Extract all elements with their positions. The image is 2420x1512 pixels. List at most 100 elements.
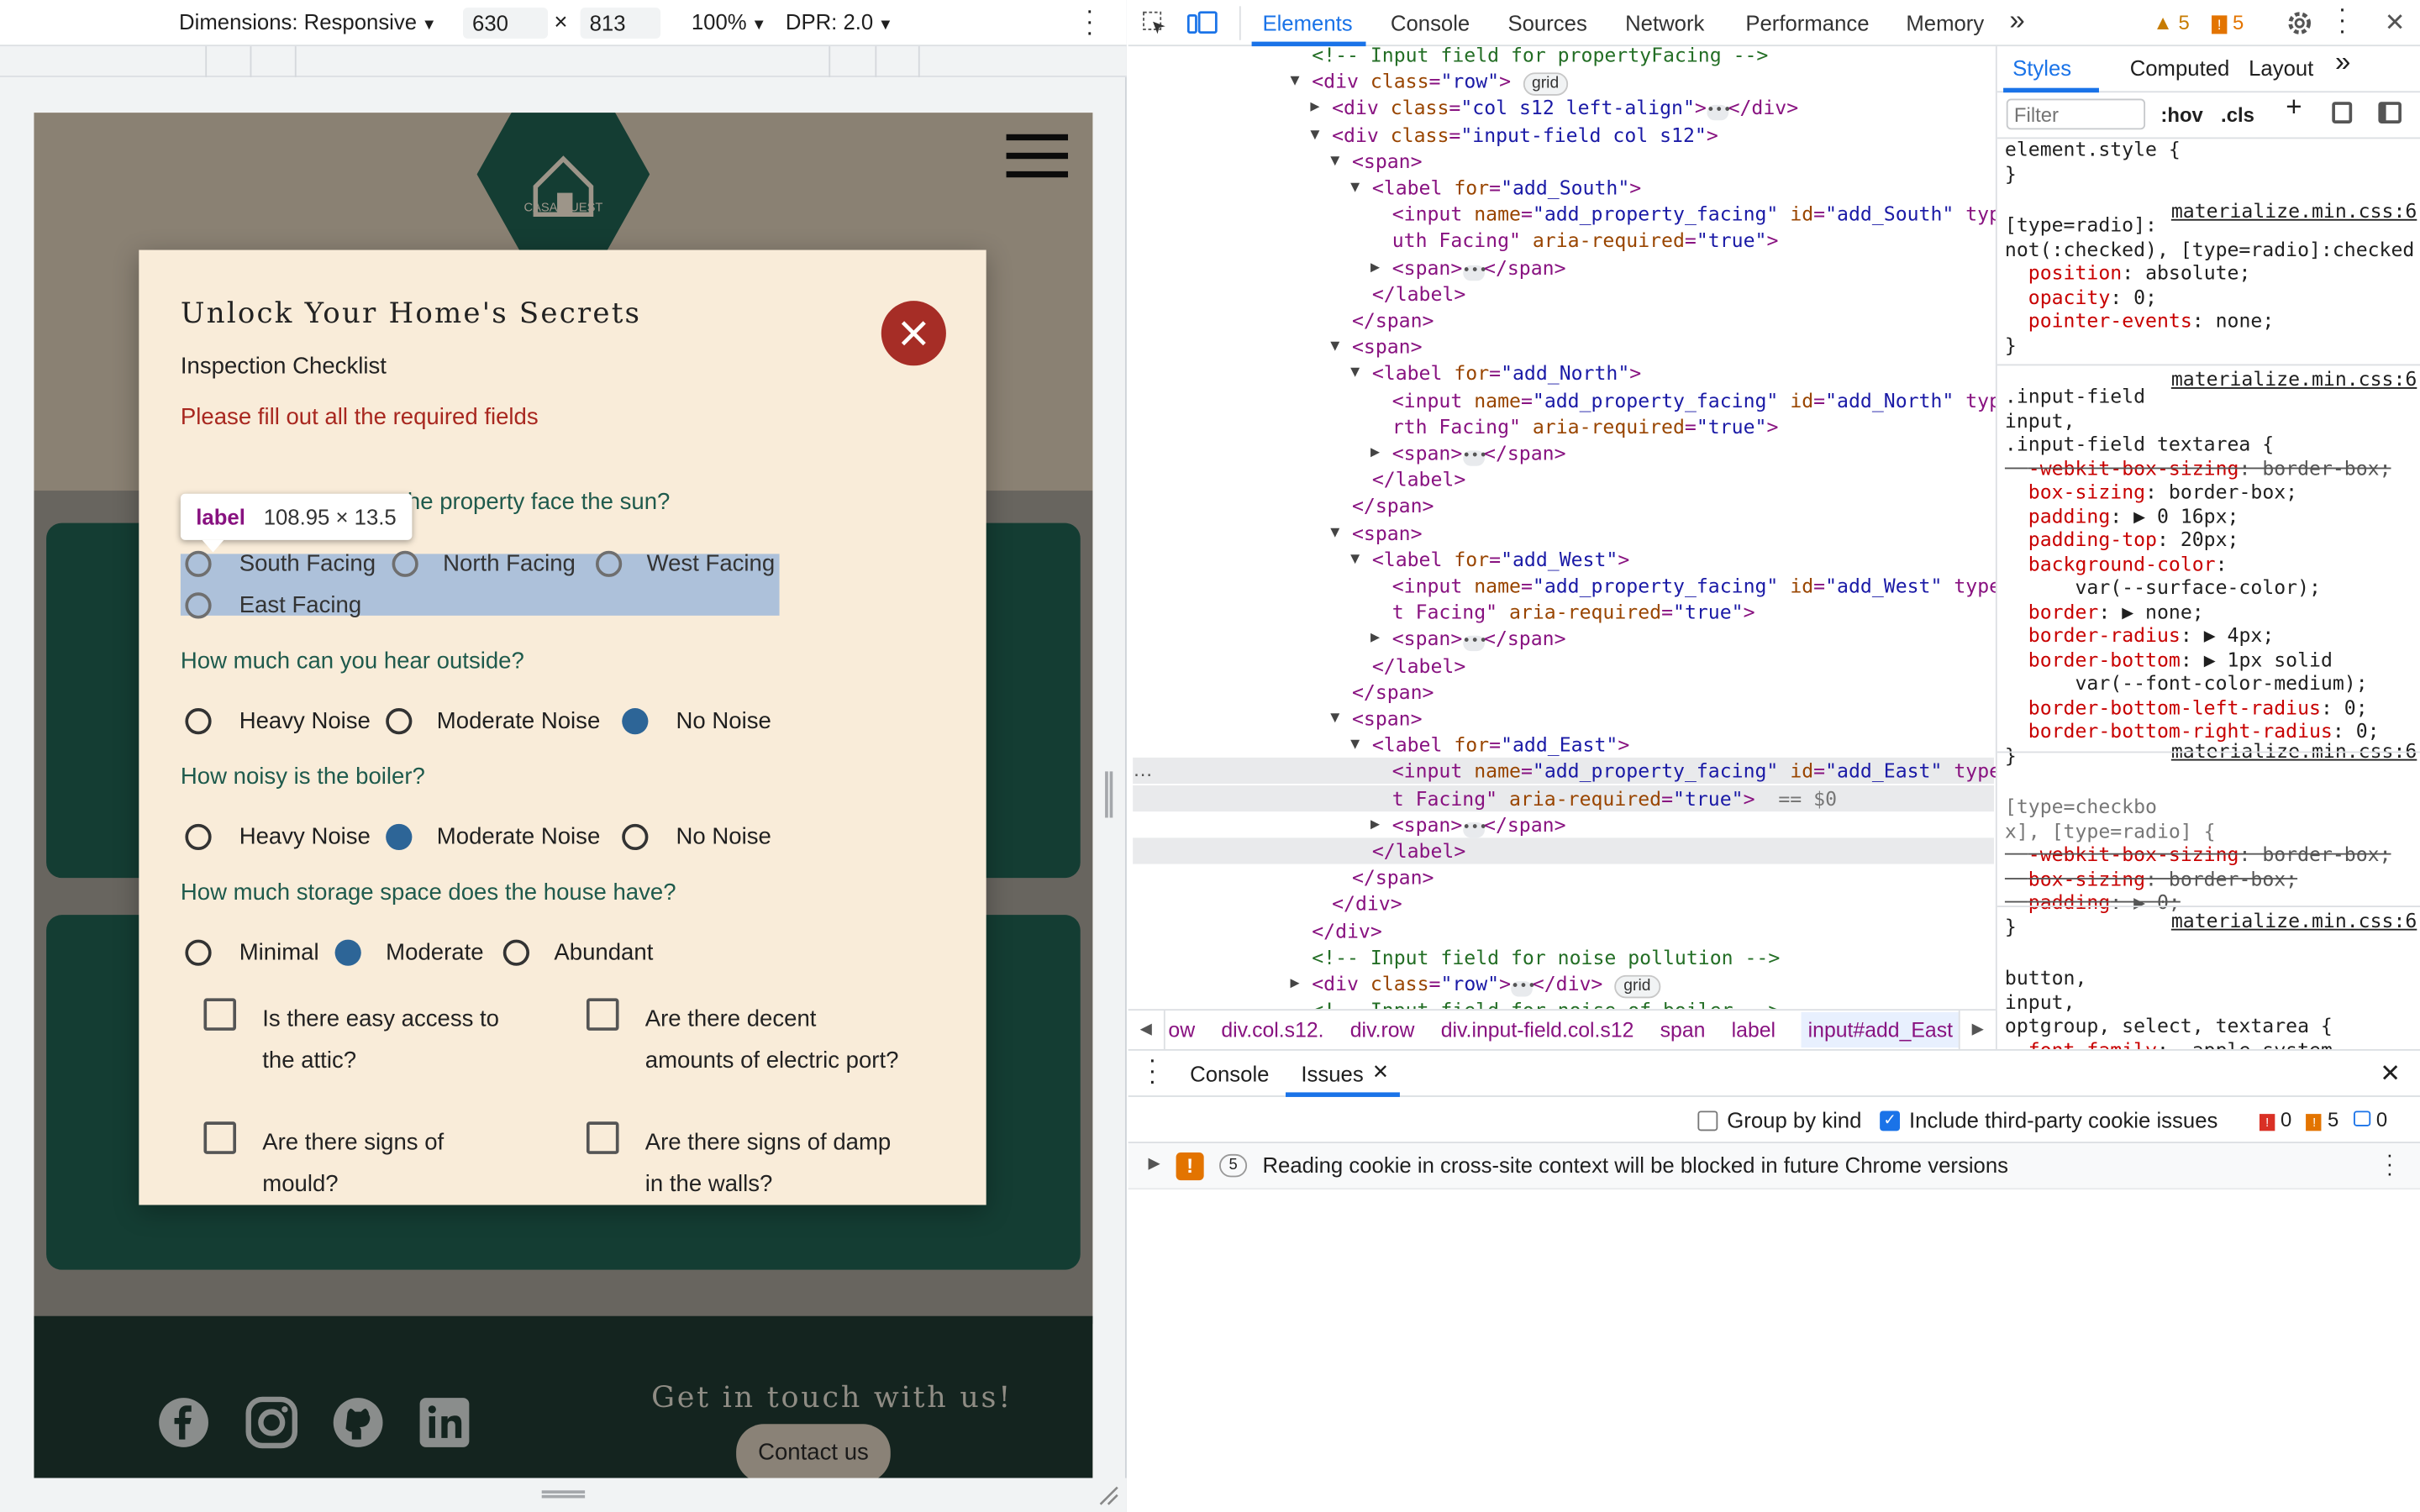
dimensions-dropdown[interactable]: Dimensions: Responsive ▼ [179, 9, 437, 34]
breadcrumb-item[interactable]: input#add_East [1802, 1011, 1960, 1048]
height-input[interactable]: 813 [580, 8, 661, 39]
style-rule-line[interactable]: padding-top: 20px; [2005, 528, 2418, 551]
dpr-dropdown[interactable]: DPR: 2.0 ▼ [786, 9, 893, 34]
dom-node-line[interactable]: </label> [1128, 466, 1996, 492]
issues-counter[interactable]: ! 5 [2212, 11, 2244, 34]
close-devtools-icon[interactable]: ✕ [2385, 8, 2406, 39]
radio-boiler-heavy[interactable]: Heavy Noise [185, 824, 371, 852]
styles-filter-input[interactable] [2006, 98, 2146, 130]
width-input[interactable]: 630 [463, 8, 549, 39]
breadcrumb-item[interactable]: div.col.s12. [1221, 1018, 1323, 1042]
warnings-counter[interactable]: ▲ 5 [2153, 11, 2190, 34]
radio-storage-abundant[interactable]: Abundant [502, 940, 653, 968]
sidebar-toggle-icon[interactable] [2378, 102, 2402, 123]
style-rule-line[interactable]: x], [type=radio] { [2005, 818, 2418, 842]
drawer-tab-console[interactable]: Console [1190, 1062, 1269, 1086]
linkedin-icon[interactable] [418, 1396, 471, 1448]
style-rule-line[interactable]: button, [2005, 966, 2418, 990]
more-options-icon[interactable]: · · · [1081, 0, 1099, 45]
dom-node-line[interactable]: ▼ <label for="add_South"> [1128, 175, 1996, 201]
style-source-link[interactable]: materialize.min.css:6 [2171, 367, 2417, 391]
dom-node-line[interactable]: <input name="add_property_facing" id="ad… [1128, 201, 1996, 227]
dom-node-line[interactable]: ▶ <div class="col s12 left-align">•••</di… [1128, 95, 1996, 121]
breadcrumb-item[interactable]: ow [1168, 1018, 1195, 1042]
breadcrumb-item[interactable]: label [1732, 1018, 1776, 1042]
style-rule-line[interactable]: border-radius: ▶ 4px; [2005, 623, 2418, 647]
radio-south-facing[interactable]: South Facing [185, 551, 376, 579]
style-source-link[interactable]: materialize.min.css:6 [2171, 199, 2417, 223]
style-rule-line[interactable]: [type=checkbo [2005, 795, 2418, 818]
issue-row[interactable]: ▶ ! 5 Reading cookie in cross-site conte… [1128, 1143, 2420, 1190]
radio-west-facing[interactable]: West Facing [595, 551, 775, 579]
dom-node-line[interactable]: ▼ <label for="add_East"> [1128, 732, 1996, 758]
dom-node-line[interactable]: ▶ <span>•••</span> [1128, 811, 1996, 837]
breadcrumb-scroll-right-icon[interactable]: ▶ [1958, 1011, 1996, 1049]
style-rule-line[interactable]: var(--font-color-medium); [2005, 671, 2418, 695]
style-rule-line[interactable]: .input-field textarea { [2005, 432, 2418, 455]
radio-boiler-none[interactable]: No Noise [622, 824, 771, 852]
tab-styles[interactable]: Styles [2012, 56, 2071, 81]
hover-state-toggle[interactable]: :hov [2160, 103, 2202, 127]
checkbox-mould[interactable]: Are there signs of mould? [203, 1121, 512, 1205]
radio-north-facing[interactable]: North Facing [392, 551, 576, 579]
tab-computed[interactable]: Computed [2130, 56, 2230, 81]
resize-handle-icon[interactable] [541, 1490, 586, 1499]
more-tabs-icon[interactable]: » [2335, 48, 2350, 75]
style-rule-line[interactable]: -webkit-box-sizing: border-box; [2005, 456, 2418, 480]
dom-node-line[interactable]: </span> [1128, 864, 1996, 890]
style-rule-line[interactable]: pointer-events: none; [2005, 308, 2418, 332]
corner-resize-icon[interactable] [1097, 1484, 1119, 1506]
breadcrumb-item[interactable]: div.input-field.col.s12 [1441, 1018, 1634, 1042]
dom-ellipsis-icon[interactable]: … [1133, 758, 1153, 781]
dom-node-line[interactable]: </label> [1128, 281, 1996, 307]
zoom-dropdown[interactable]: 100% ▼ [692, 9, 766, 34]
drawer-tab-issues[interactable]: Issues [1301, 1062, 1363, 1086]
style-rule-line[interactable]: not(:checked), [type=radio]:checked { [2005, 237, 2418, 260]
style-rule-line[interactable]: } [2005, 161, 2418, 185]
devtools-menu-icon[interactable]: · · · [2338, 0, 2347, 44]
radio-storage-minimal[interactable]: Minimal [185, 940, 319, 968]
dom-node-line[interactable]: rth Facing" aria-required="true"> [1128, 413, 1996, 439]
dom-node-line[interactable]: ▼ <label for="add_North"> [1128, 360, 1996, 386]
dom-node-line[interactable]: ▶ <div class="row">•••</div> grid [1128, 970, 1996, 999]
new-rule-icon[interactable]: + [2286, 93, 2302, 120]
style-rule-line[interactable]: position: absolute; [2005, 260, 2418, 284]
dom-node-line[interactable]: ▼ <div class="input-field col s12"> [1128, 121, 1996, 147]
style-source-link[interactable]: materialize.min.css:6 [2171, 909, 2417, 932]
dom-node-line[interactable]: t Facing" aria-required="true"> [1128, 599, 1996, 625]
tab-console[interactable]: Console [1391, 11, 1470, 35]
breadcrumb-scroll-left-icon[interactable]: ◀ [1128, 1011, 1165, 1049]
tab-elements[interactable]: Elements [1262, 11, 1352, 35]
style-rule-line[interactable]: border-bottom-left-radius: 0; [2005, 695, 2418, 718]
dom-node-line[interactable]: <input name="add_property_facing" id="ad… [1128, 386, 1996, 412]
style-rule-line[interactable]: padding: ▶ 0 16px; [2005, 504, 2418, 528]
paint-icon[interactable] [2332, 102, 2353, 123]
issue-menu-icon[interactable]: · · · [2386, 1143, 2394, 1184]
dom-node-line[interactable]: ▼ <span> [1128, 333, 1996, 360]
style-rule-line[interactable]: var(--surface-color); [2005, 575, 2418, 599]
dom-node-line[interactable]: ▼ <span> [1128, 519, 1996, 545]
dom-node-line[interactable]: ▶ <span>•••</span> [1128, 439, 1996, 466]
tab-network[interactable]: Network [1625, 11, 1704, 35]
dom-node-line[interactable]: <input name="add_property_facing" id="ad… [1128, 572, 1996, 598]
style-rule-line[interactable]: box-sizing: border-box; [2005, 480, 2418, 503]
instagram-icon[interactable] [245, 1396, 298, 1449]
dom-node-line[interactable]: </span> [1128, 493, 1996, 519]
dom-node-line[interactable]: uth Facing" aria-required="true"> [1128, 228, 1996, 254]
style-rule-line[interactable]: input, [2005, 408, 2418, 432]
dom-node-line[interactable]: </span> [1128, 307, 1996, 333]
facebook-icon[interactable] [157, 1396, 209, 1448]
radio-storage-moderate[interactable]: Moderate [334, 940, 484, 968]
tab-performance[interactable]: Performance [1745, 11, 1869, 35]
dom-node-line[interactable]: </span> [1128, 679, 1996, 705]
side-resize-handle[interactable] [1105, 771, 1113, 818]
style-rule-line[interactable]: input, [2005, 990, 2418, 1013]
tab-layout[interactable]: Layout [2249, 56, 2313, 81]
style-rule-line[interactable]: font-family: -apple-system, [2005, 1037, 2418, 1049]
radio-east-facing[interactable]: East Facing [185, 592, 361, 620]
dom-node-line[interactable]: ▶ <span>•••</span> [1128, 626, 1996, 652]
dom-node-line[interactable]: </label> [1128, 652, 1996, 678]
radio-outside-none[interactable]: No Noise [622, 708, 771, 736]
tab-sources[interactable]: Sources [1507, 11, 1586, 35]
dom-node-line[interactable]: ▼ <span> [1128, 148, 1996, 174]
